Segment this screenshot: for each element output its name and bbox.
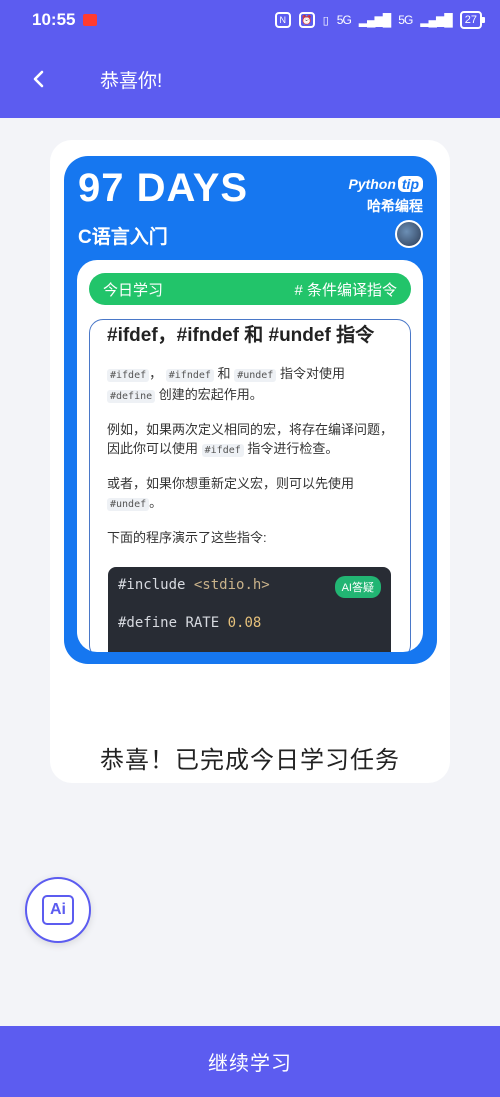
ai-assistant-button[interactable]: Ai [25, 877, 91, 943]
streak-days: 97 DAYS [78, 166, 249, 210]
app-bar: 恭喜你! [0, 40, 500, 118]
ai-answer-button[interactable]: AI答疑 [334, 576, 381, 598]
signal-5g-icon: 5G [336, 13, 352, 27]
course-name: C语言入门 [78, 227, 168, 248]
lesson-paragraph-4: 下面的程序演示了这些指令: [107, 530, 267, 545]
vibrate-icon: ▯ [322, 14, 329, 27]
brand-python-text: Python [348, 176, 396, 192]
congrats-message: 恭喜！已完成今日学习任务 [100, 747, 400, 774]
code-line-2: #define RATE 0.08 [118, 615, 262, 631]
lesson-paragraph-1: #ifdef， #ifndef 和 #undef 指令对使用 #define 创… [107, 364, 393, 406]
brand-name: 哈希编程 [367, 198, 423, 214]
lesson-panel: 今日学习 # 条件编译指令 #ifdef，#ifndef 和 #undef 指令… [77, 260, 423, 652]
avatar [395, 220, 423, 248]
topic-label: # 条件编译指令 [294, 281, 397, 299]
back-button[interactable] [0, 40, 60, 118]
signal-bars-icon-2: ▂▄▆█ [420, 13, 452, 27]
battery-icon: 27 [459, 11, 486, 29]
lesson-paragraph-2: 例如，如果两次定义相同的宏，将存在编译问题，因此你可以使用 #ifdef 指令进… [107, 422, 394, 457]
chevron-left-icon [33, 70, 44, 88]
status-icons: N ⏰ ▯ 5G ▂▄▆█ 5G ▂▄▆█ 27 [274, 11, 486, 29]
study-label: 今日学习 [103, 281, 164, 299]
status-time: 10:55 [32, 10, 76, 29]
signal-bars-icon: ▂▄▆█ [358, 13, 391, 27]
lesson-content[interactable]: #ifdef，#ifndef 和 #undef 指令 #ifdef， #ifnd… [89, 319, 411, 652]
status-bar: 10:55 N ⏰ ▯ 5G ▂▄▆█ 5G ▂▄▆█ 27 [0, 0, 500, 40]
lesson-paragraph-3: 或者，如果你想重新定义宏，则可以先使用 #undef。 [107, 476, 355, 511]
ai-icon: Ai [42, 895, 74, 925]
continue-learning-button[interactable]: 继续学习 [0, 1026, 500, 1097]
nfc-icon: N [274, 12, 291, 28]
app-notification-icon [83, 14, 98, 26]
code-block: #include <stdio.h> #define RATE 0.08 AI答… [108, 567, 391, 652]
lesson-title: #ifdef，#ifndef 和 #undef 指令 [107, 325, 375, 346]
page-title: 恭喜你! [100, 70, 163, 92]
alarm-icon: ⏰ [298, 12, 315, 28]
share-poster: 97 DAYS C语言入门 Python tip 哈希编程 今日学习 # 条件编译… [64, 156, 437, 664]
study-topic-bar: 今日学习 # 条件编译指令 [89, 273, 411, 305]
brand-logo: Python tip 哈希编程 [348, 176, 423, 216]
brand-tip-text: tip [397, 176, 423, 192]
signal-5g-icon-2: 5G [398, 13, 413, 27]
